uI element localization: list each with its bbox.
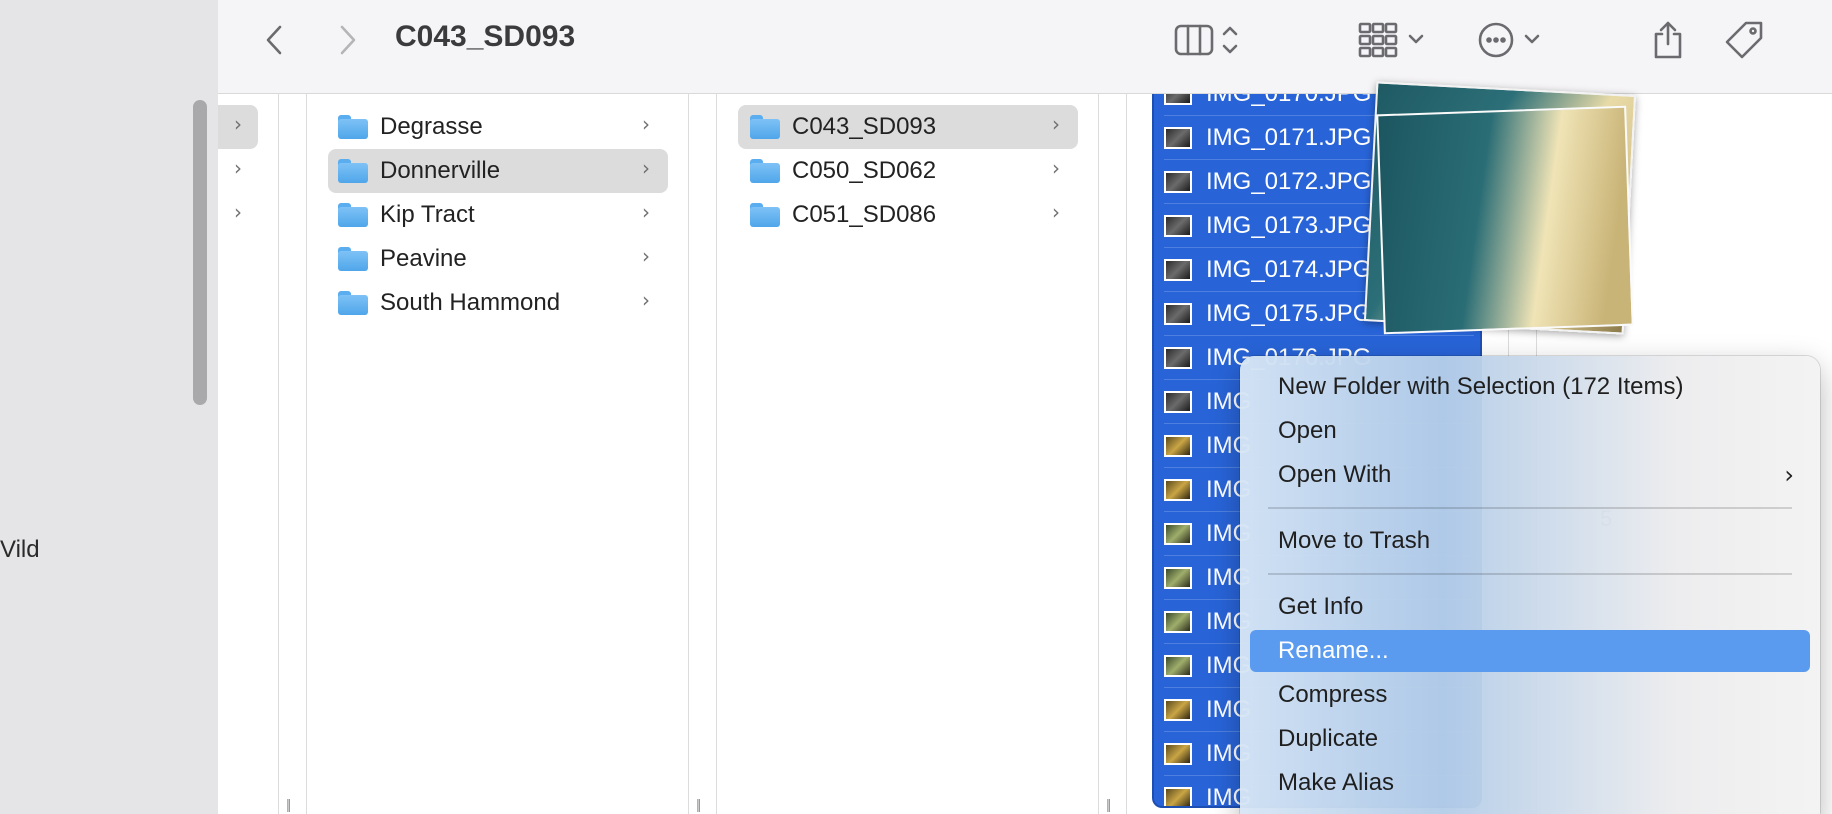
- tag-button[interactable]: [1722, 20, 1766, 60]
- chevron-right-icon: ›: [642, 288, 650, 312]
- sidebar-partial-label[interactable]: Vild: [0, 536, 40, 564]
- sidebar-scrollbar[interactable]: [193, 100, 207, 405]
- menu-item-get-info[interactable]: Get Info: [1250, 586, 1810, 628]
- chevron-right-icon: ›: [642, 156, 650, 180]
- chevron-right-icon: ›: [642, 112, 650, 136]
- column-divider: [278, 94, 279, 814]
- menu-separator: [1268, 507, 1792, 509]
- action-button[interactable]: [1476, 20, 1556, 60]
- chevron-right-icon: [340, 25, 356, 55]
- chevron-right-icon: ›: [1052, 156, 1060, 180]
- context-menu: New Folder with Selection (172 Items) Op…: [1240, 356, 1820, 814]
- list-item[interactable]: C043_SD093: [750, 105, 1078, 149]
- menu-item-compress[interactable]: Compress: [1250, 674, 1810, 716]
- folder-icon: [750, 115, 780, 139]
- menu-item-rename[interactable]: Rename...: [1250, 630, 1810, 672]
- image-thumbnail: [1164, 94, 1192, 105]
- image-thumbnail: [1164, 567, 1192, 589]
- folder-icon: [338, 291, 368, 315]
- image-thumbnail: [1164, 699, 1192, 721]
- chevron-right-icon: ›: [234, 112, 242, 136]
- column-resize-handle[interactable]: ||: [1106, 796, 1111, 812]
- image-thumbnail: [1164, 347, 1192, 369]
- grid-group-icon: [1358, 22, 1424, 58]
- list-item[interactable]: South Hammond: [338, 281, 668, 325]
- menu-item-move-to-trash[interactable]: Move to Trash: [1250, 520, 1810, 562]
- menu-item-open-with-label: Open With: [1278, 461, 1392, 488]
- column-divider: [1098, 94, 1099, 814]
- folder-icon: [750, 203, 780, 227]
- image-thumbnail: [1164, 303, 1192, 325]
- image-thumbnail: [1164, 787, 1192, 806]
- image-thumbnail: [1164, 259, 1192, 281]
- column-divider: [716, 94, 717, 814]
- column-divider: [1126, 94, 1127, 814]
- chevron-left-icon: [266, 25, 282, 55]
- column-divider: [688, 94, 689, 814]
- menu-item-make-alias[interactable]: Make Alias: [1250, 762, 1810, 804]
- chevron-right-icon: ›: [642, 244, 650, 268]
- image-thumbnail: [1164, 523, 1192, 545]
- view-options-button[interactable]: [1174, 20, 1254, 60]
- preview-image-stack: [1376, 105, 1634, 335]
- list-item[interactable]: Kip Tract: [338, 193, 668, 237]
- window-title: C043_SD093: [395, 20, 576, 53]
- share-button[interactable]: [1648, 20, 1688, 60]
- tag-icon: [1725, 21, 1763, 59]
- image-thumbnail: [1164, 171, 1192, 193]
- back-button[interactable]: [254, 20, 294, 60]
- column-resize-handle[interactable]: ||: [286, 796, 291, 812]
- image-thumbnail: [1164, 743, 1192, 765]
- toolbar: C043_SD093: [218, 0, 1832, 94]
- image-thumbnail: [1164, 435, 1192, 457]
- list-item[interactable]: Degrasse: [338, 105, 668, 149]
- image-thumbnail: [1164, 215, 1192, 237]
- image-thumbnail: [1164, 611, 1192, 633]
- ellipsis-circle-icon: [1478, 22, 1540, 58]
- chevron-right-icon: ›: [234, 200, 242, 224]
- column-divider: [306, 94, 307, 814]
- column-resize-handle[interactable]: ||: [696, 796, 701, 812]
- folder-icon: [750, 159, 780, 183]
- folder-icon: [338, 159, 368, 183]
- menu-item-open-with[interactable]: Open With ›: [1250, 454, 1810, 496]
- chevron-right-icon: ›: [234, 156, 242, 180]
- list-item[interactable]: Donnerville: [338, 149, 668, 193]
- chevron-right-icon: ›: [642, 200, 650, 224]
- list-item[interactable]: C051_SD086: [750, 193, 1078, 237]
- menu-item-duplicate[interactable]: Duplicate: [1250, 718, 1810, 760]
- chevron-right-icon: ›: [1052, 200, 1060, 224]
- columns-view-icon: [1174, 24, 1238, 56]
- image-thumbnail: [1164, 479, 1192, 501]
- folder-icon: [338, 203, 368, 227]
- folder-icon: [338, 247, 368, 271]
- list-item[interactable]: Peavine: [338, 237, 668, 281]
- chevron-right-icon: ›: [1784, 461, 1794, 489]
- share-icon: [1654, 21, 1682, 59]
- chevron-right-icon: ›: [1052, 112, 1060, 136]
- list-item[interactable]: C050_SD062: [750, 149, 1078, 193]
- group-button[interactable]: [1358, 20, 1438, 60]
- image-thumbnail: [1164, 391, 1192, 413]
- folder-icon: [338, 115, 368, 139]
- sidebar: Vild: [0, 0, 218, 814]
- image-thumbnail: [1164, 655, 1192, 677]
- menu-separator: [1268, 573, 1792, 575]
- image-thumbnail: [1164, 127, 1192, 149]
- menu-item-open[interactable]: Open: [1250, 410, 1810, 452]
- menu-item-new-folder-with-selection[interactable]: New Folder with Selection (172 Items): [1250, 366, 1810, 408]
- forward-button[interactable]: [328, 20, 368, 60]
